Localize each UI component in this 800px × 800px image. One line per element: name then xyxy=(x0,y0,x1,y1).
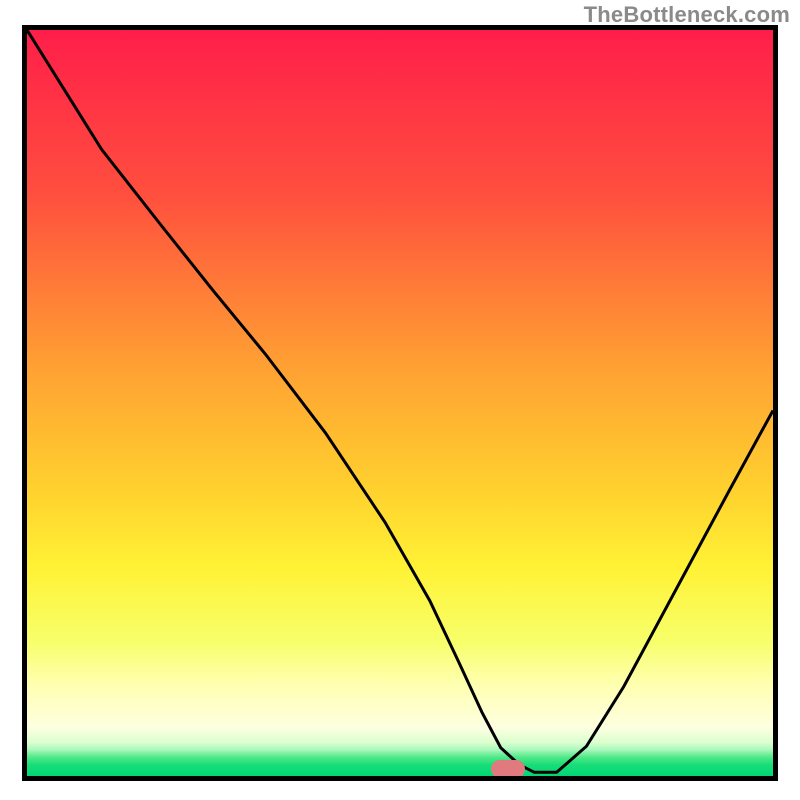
optimum-marker xyxy=(491,760,525,778)
watermark-text: TheBottleneck.com xyxy=(584,2,790,28)
plot-svg xyxy=(27,30,773,776)
gradient-background xyxy=(27,30,773,776)
plot-frame xyxy=(22,25,778,781)
chart-stage: TheBottleneck.com xyxy=(0,0,800,800)
